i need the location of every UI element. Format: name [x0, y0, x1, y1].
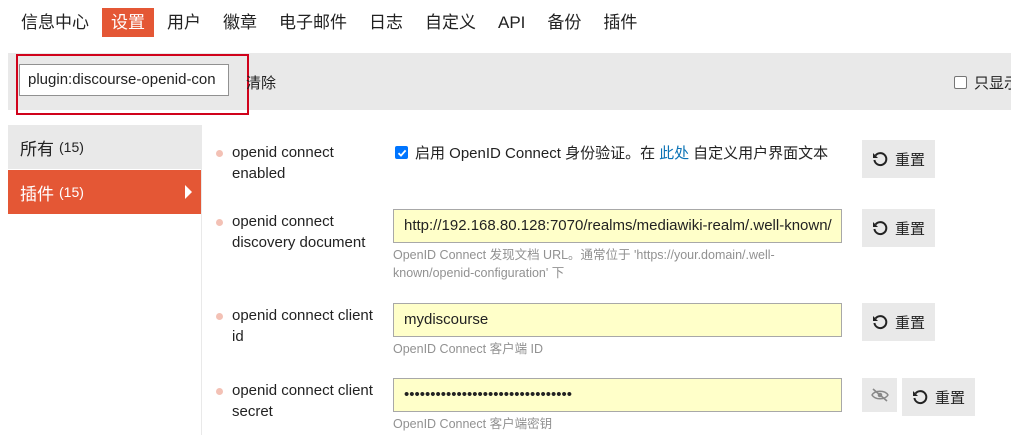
setting-status-dot — [216, 150, 223, 157]
undo-icon — [913, 390, 928, 405]
reset-label: 重置 — [895, 220, 926, 238]
tab-customize[interactable]: 自定义 — [416, 8, 485, 37]
admin-nav: 信息中心 设置 用户 徽章 电子邮件 日志 自定义 API 备份 插件 — [0, 0, 1011, 44]
tab-users[interactable]: 用户 — [158, 8, 210, 37]
setting-description: OpenID Connect 客户端密钥 — [393, 417, 553, 431]
only-show-checkbox[interactable] — [954, 76, 967, 89]
setting-checkbox-row: 启用 OpenID Connect 身份验证。在 此处 自定义用户界面文本 — [395, 142, 828, 163]
setting-status-dot — [216, 219, 223, 226]
reset-button[interactable]: 重置 — [862, 303, 936, 341]
setting-openid-connect-enabled: openid connect enabled 启用 OpenID Connect… — [216, 140, 1006, 187]
client-id-input[interactable]: mydiscourse — [393, 303, 842, 337]
tab-api[interactable]: API — [489, 8, 534, 37]
reset-label: 重置 — [895, 314, 926, 332]
sidebar-item-plugins[interactable]: 插件 (15) — [8, 170, 201, 214]
eye-slash-icon — [870, 388, 889, 402]
caret-right-icon — [185, 185, 192, 199]
tab-plugins[interactable]: 插件 — [594, 8, 646, 37]
reset-button[interactable]: 重置 — [862, 209, 936, 247]
only-show-label: 只显示 — [974, 75, 1011, 92]
checkbox-text: 启用 OpenID Connect 身份验证。在 — [415, 145, 656, 162]
enabled-checkbox[interactable] — [395, 146, 408, 159]
only-show-overridden-toggle[interactable]: 只显示 — [954, 72, 1011, 93]
setting-name: openid connect enabled — [232, 144, 334, 182]
setting-status-dot — [216, 313, 223, 320]
tab-badges[interactable]: 徽章 — [214, 8, 266, 37]
settings-filter-bar: plugin:discourse-openid-con 清除 只显示 — [8, 53, 1011, 115]
sidebar-item-count: (15) — [59, 139, 84, 155]
tab-settings[interactable]: 设置 — [102, 7, 154, 37]
client-secret-input[interactable]: •••••••••••••••••••••••••••••••• — [393, 378, 842, 412]
sidebar-item-label: 所有 — [20, 139, 54, 159]
sidebar-divider — [201, 125, 202, 435]
tab-backups[interactable]: 备份 — [538, 8, 590, 37]
setting-description: OpenID Connect 客户端 ID — [393, 342, 544, 356]
checkbox-text-suffix: 自定义用户界面文本 — [693, 145, 829, 162]
sidebar-item-label: 插件 — [20, 184, 54, 204]
sidebar-item-all[interactable]: 所有 (15) — [8, 125, 201, 169]
settings-filter-input[interactable]: plugin:discourse-openid-con — [19, 64, 229, 96]
setting-description: OpenID Connect 发现文档 URL。通常位于 'https://yo… — [393, 248, 775, 280]
checkmark-icon — [397, 149, 406, 157]
tab-logs[interactable]: 日志 — [360, 8, 412, 37]
tab-email[interactable]: 电子邮件 — [270, 8, 356, 37]
clear-filter-button[interactable]: 清除 — [246, 72, 276, 93]
setting-openid-connect-client-secret: openid connect client secret •••••••••••… — [216, 378, 1006, 435]
sidebar-item-count: (15) — [59, 184, 84, 200]
toggle-secret-visibility-button[interactable] — [862, 378, 897, 412]
settings-category-sidebar: 所有 (15) 插件 (15) — [8, 125, 201, 214]
reset-button[interactable]: 重置 — [902, 378, 976, 416]
reset-label: 重置 — [895, 151, 926, 169]
customize-text-link[interactable]: 此处 — [659, 142, 689, 163]
setting-status-dot — [216, 388, 223, 395]
reset-label: 重置 — [935, 389, 966, 407]
setting-name: openid connect client id — [232, 307, 373, 345]
setting-name: openid connect discovery document — [232, 213, 366, 251]
setting-openid-connect-discovery-document: openid connect discovery document http:/… — [216, 209, 1006, 286]
undo-icon — [873, 221, 888, 236]
undo-icon — [873, 152, 888, 167]
reset-button[interactable]: 重置 — [862, 140, 936, 178]
discovery-document-input[interactable]: http://192.168.80.128:7070/realms/mediaw… — [393, 209, 842, 243]
undo-icon — [873, 315, 888, 330]
tab-dashboard[interactable]: 信息中心 — [12, 8, 98, 37]
setting-name: openid connect client secret — [232, 382, 373, 420]
setting-openid-connect-client-id: openid connect client id mydiscourse Ope… — [216, 303, 1006, 365]
